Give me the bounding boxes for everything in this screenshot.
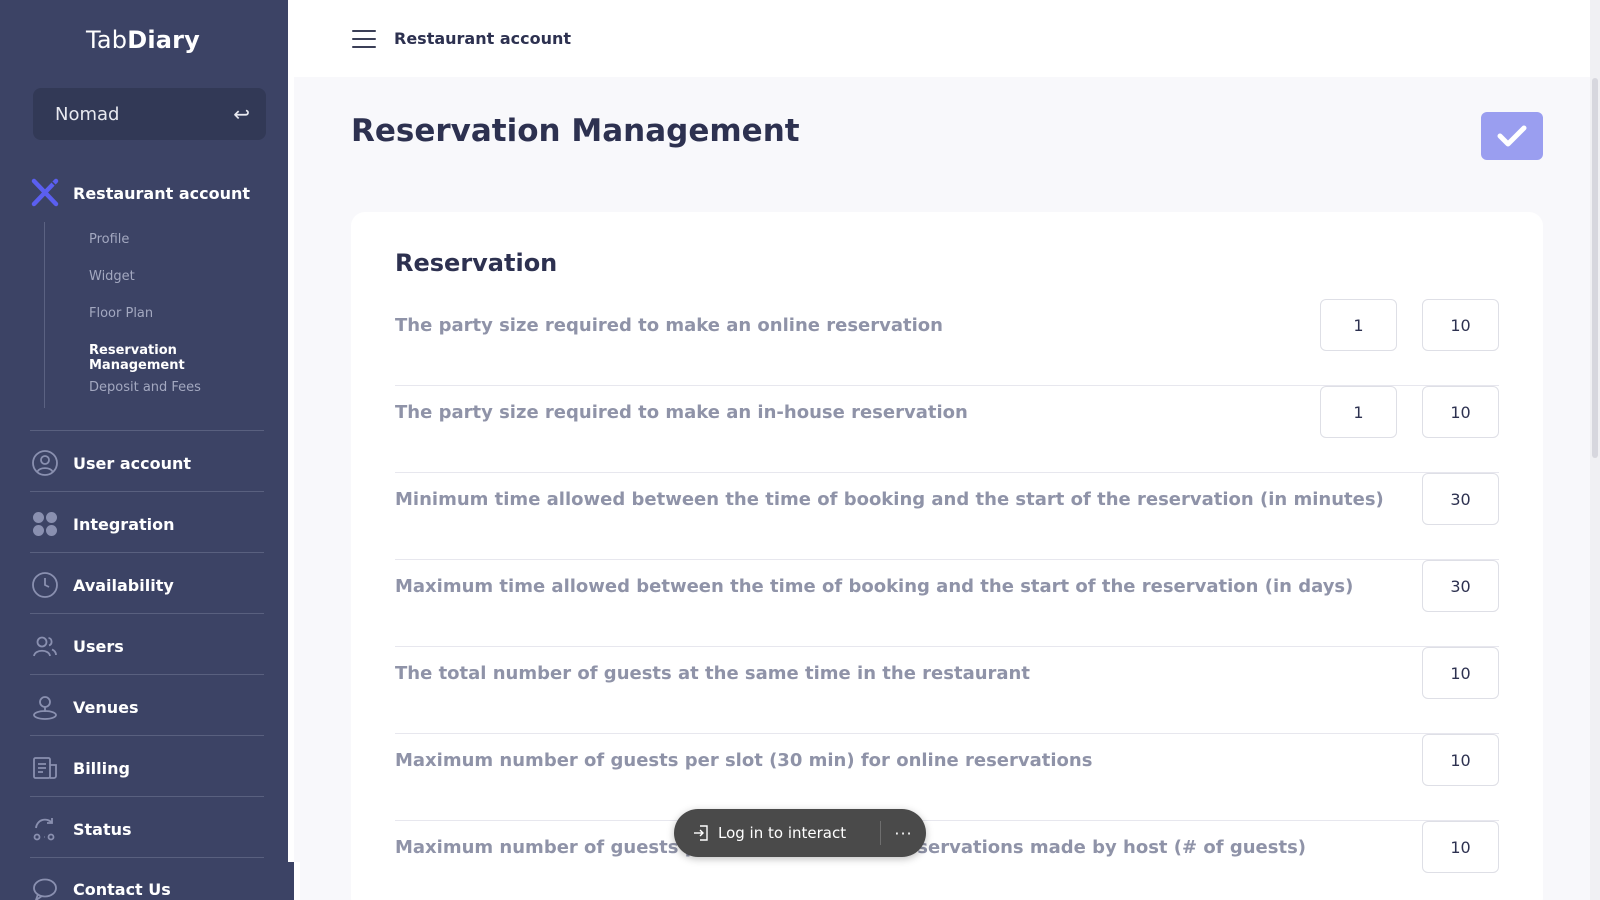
top-bar: Restaurant account xyxy=(294,0,1600,77)
setting-label: The total number of guests at the same t… xyxy=(395,662,1030,684)
sidebar-item-billing[interactable]: Billing xyxy=(30,753,264,783)
save-button[interactable] xyxy=(1481,112,1543,160)
venue-name: Nomad xyxy=(55,103,120,125)
location-pin-icon xyxy=(30,692,60,722)
logo-suffix: Diary xyxy=(127,26,201,54)
grid-dots-icon xyxy=(30,509,60,539)
clock-icon xyxy=(30,570,60,600)
divider xyxy=(30,613,264,614)
subnav-deposit-and-fees[interactable]: Deposit and Fees xyxy=(89,380,201,395)
sidebar-item-user-account[interactable]: User account xyxy=(30,448,264,478)
setting-row-host-guests-per-slot: Maximum number of guests per slot (30 mi… xyxy=(395,821,1499,900)
sidebar-item-integration[interactable]: Integration xyxy=(30,509,264,539)
sidebar-item-status[interactable]: Status xyxy=(30,814,264,844)
users-icon xyxy=(30,631,60,661)
divider xyxy=(30,735,264,736)
subnav-reservation-management[interactable]: Reservation Management xyxy=(89,343,266,373)
sidebar-item-label: Billing xyxy=(73,758,130,778)
scrollbar-thumb[interactable] xyxy=(1592,78,1598,458)
sidebar-item-label: Restaurant account xyxy=(73,183,251,203)
max-party-size-input[interactable] xyxy=(1422,386,1499,438)
subnav-floor-plan[interactable]: Floor Plan xyxy=(89,306,153,321)
setting-row-max-booking-time: Maximum time allowed between the time of… xyxy=(395,560,1499,647)
setting-row-total-guests: The total number of guests at the same t… xyxy=(395,647,1499,734)
sidebar-item-venues[interactable]: Venues xyxy=(30,692,264,722)
sidebar-item-label: Venues xyxy=(73,697,139,717)
setting-label: The party size required to make an onlin… xyxy=(395,314,943,336)
menu-icon[interactable] xyxy=(352,29,376,48)
utensils-icon xyxy=(30,178,60,208)
sidebar-item-label: Status xyxy=(73,819,132,839)
max-party-size-input[interactable] xyxy=(1422,299,1499,351)
subnav-widget[interactable]: Widget xyxy=(89,269,135,284)
breadcrumb: Restaurant account xyxy=(394,29,572,48)
more-options-button[interactable]: ··· xyxy=(881,824,926,843)
min-party-size-input[interactable] xyxy=(1320,299,1397,351)
restaurant-account-submenu: Profile Widget Floor Plan Reservation Ma… xyxy=(44,222,266,408)
setting-row-online-guests-per-slot: Maximum number of guests per slot (30 mi… xyxy=(395,734,1499,821)
login-button[interactable]: Log in to interact xyxy=(674,809,880,857)
setting-label: Maximum time allowed between the time of… xyxy=(395,575,1354,597)
sidebar-item-label: Integration xyxy=(73,514,175,534)
sidebar-item-availability[interactable]: Availability xyxy=(30,570,264,600)
host-guests-per-slot-input[interactable] xyxy=(1422,821,1499,873)
setting-row-inhouse-party-size: The party size required to make an in-ho… xyxy=(395,386,1499,473)
login-label: Log in to interact xyxy=(718,824,847,842)
setting-label: The party size required to make an in-ho… xyxy=(395,401,968,423)
subnav-profile[interactable]: Profile xyxy=(89,232,129,247)
online-guests-per-slot-input[interactable] xyxy=(1422,734,1499,786)
sidebar-item-label: Users xyxy=(73,636,124,656)
min-party-size-input[interactable] xyxy=(1320,386,1397,438)
min-booking-minutes-input[interactable] xyxy=(1422,473,1499,525)
logo-prefix: Tab xyxy=(85,26,128,54)
setting-row-online-party-size: The party size required to make an onlin… xyxy=(395,299,1499,386)
checkmark-icon xyxy=(1497,125,1527,147)
divider xyxy=(30,430,264,431)
sidebar: TabDiary Nomad ↩ Restaurant account Prof… xyxy=(0,0,294,900)
sidebar-item-label: User account xyxy=(73,453,192,473)
login-icon xyxy=(694,825,708,841)
sidebar-item-label: Availability xyxy=(73,575,174,595)
sidebar-edge xyxy=(294,862,300,900)
reservation-settings-card: Reservation The party size required to m… xyxy=(351,212,1543,900)
sidebar-item-contact-us[interactable]: Contact Us xyxy=(30,874,264,900)
invoice-icon xyxy=(30,753,60,783)
setting-row-min-booking-time: Minimum time allowed between the time of… xyxy=(395,473,1499,560)
page-title: Reservation Management xyxy=(351,113,800,149)
page-scrollbar[interactable] xyxy=(1590,0,1600,900)
section-title: Reservation xyxy=(395,249,558,277)
user-circle-icon xyxy=(30,448,60,478)
chat-bubble-icon xyxy=(30,874,60,900)
sidebar-item-label: Contact Us xyxy=(73,879,171,899)
login-overlay: Log in to interact ··· xyxy=(674,809,926,857)
status-refresh-icon xyxy=(30,814,60,844)
sidebar-item-restaurant-account[interactable]: Restaurant account xyxy=(30,178,264,208)
setting-label: Minimum time allowed between the time of… xyxy=(395,488,1384,510)
venue-selector[interactable]: Nomad ↩ xyxy=(33,88,266,140)
sidebar-item-users[interactable]: Users xyxy=(30,631,264,661)
max-booking-days-input[interactable] xyxy=(1422,560,1499,612)
divider xyxy=(30,552,264,553)
switch-venue-icon[interactable]: ↩ xyxy=(233,102,250,126)
divider xyxy=(30,491,264,492)
divider xyxy=(30,857,264,858)
sidebar-edge xyxy=(288,0,294,862)
app-logo[interactable]: TabDiary xyxy=(0,26,286,54)
divider xyxy=(30,796,264,797)
setting-label: Maximum number of guests per slot (30 mi… xyxy=(395,749,1093,771)
divider xyxy=(30,674,264,675)
total-guests-input[interactable] xyxy=(1422,647,1499,699)
